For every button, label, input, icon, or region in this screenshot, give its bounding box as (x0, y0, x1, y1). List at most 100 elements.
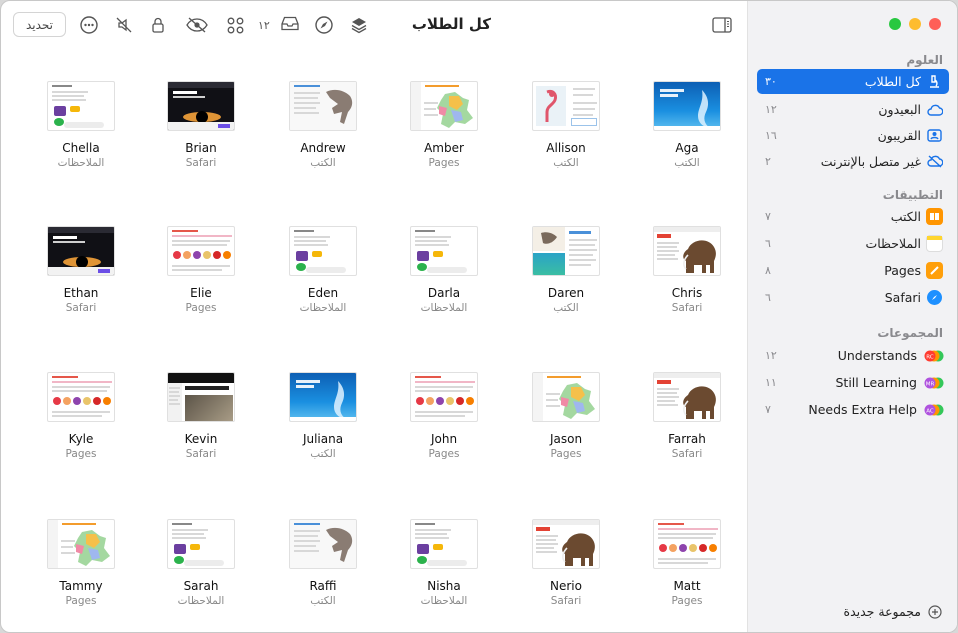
student-app: Safari (671, 448, 703, 460)
sidebar-toggle-icon[interactable] (710, 14, 734, 36)
student-card[interactable]: Ethan Safari (31, 226, 131, 321)
screen-thumbnail[interactable] (167, 226, 235, 276)
student-card[interactable]: Kyle Pages (31, 372, 131, 467)
student-card[interactable]: Tammy Pages (31, 519, 131, 614)
sidebar-item-books[interactable]: الكتب ٧ (757, 204, 949, 229)
new-group-button[interactable]: مجموعة جديدة (757, 599, 949, 624)
student-card[interactable]: Andrew الكتب (273, 81, 373, 176)
screen-thumbnail[interactable] (289, 519, 357, 569)
sidebar-item-label: Still Learning (835, 375, 918, 390)
student-name: Raffi (309, 579, 337, 593)
sidebar-item-all-students[interactable]: كل الطلاب ٣٠ (757, 69, 949, 94)
screen-thumbnail[interactable] (410, 81, 478, 131)
screen-thumbnail[interactable] (532, 226, 600, 276)
student-name: Ethan (63, 286, 99, 300)
student-card[interactable]: Raffi الكتب (273, 519, 373, 614)
screen-thumbnail[interactable] (167, 372, 235, 422)
student-card[interactable]: Eden الملاحظات (273, 226, 373, 321)
sidebar-item-count: ٧ (765, 403, 771, 416)
student-card[interactable]: Matt Pages (637, 519, 737, 614)
student-card[interactable]: Allison الكتب (516, 81, 616, 176)
refresh-button[interactable]: تحديد (13, 12, 66, 37)
sidebar-item-group-understands[interactable]: RC Understands ١٢ (757, 343, 949, 368)
student-card[interactable]: Amber Pages (394, 81, 494, 176)
screen-thumbnail[interactable] (47, 226, 115, 276)
sidebar-item-nearby[interactable]: القريبون ١٦ (757, 123, 949, 148)
student-name: Nisha (427, 579, 461, 593)
close-button[interactable] (929, 18, 941, 30)
lock-icon[interactable] (147, 14, 169, 36)
student-card[interactable]: Aga الكتب (637, 81, 737, 176)
screen-thumbnail[interactable] (167, 81, 235, 131)
student-card[interactable]: Sarah الملاحظات (151, 519, 251, 614)
sidebar-item-group-needs-extra-help[interactable]: AC Needs Extra Help ٧ (757, 397, 949, 422)
student-name: Sarah (183, 579, 219, 593)
screen-thumbnail[interactable] (167, 519, 235, 569)
screen-thumbnail[interactable] (653, 81, 721, 131)
zoom-button[interactable] (889, 18, 901, 30)
screen-thumbnail[interactable] (289, 226, 357, 276)
student-card[interactable]: Elie Pages (151, 226, 251, 321)
sidebar-item-label: كل الطلاب (864, 74, 921, 89)
student-name: John (430, 432, 458, 446)
student-app: Safari (185, 448, 217, 460)
sidebar-item-offline[interactable]: غير متصل بالإنترنت ٢ (757, 149, 949, 174)
screen-thumbnail[interactable] (410, 519, 478, 569)
sidebar-item-safari[interactable]: Safari ٦ (757, 285, 949, 310)
sidebar-item-label: غير متصل بالإنترنت (820, 154, 921, 169)
safari-icon (927, 290, 942, 305)
minimize-button[interactable] (909, 18, 921, 30)
eye-slash-icon[interactable] (184, 14, 210, 36)
compass-icon[interactable] (313, 14, 335, 36)
student-card[interactable]: Daren الكتب (516, 226, 616, 321)
screen-thumbnail[interactable] (410, 372, 478, 422)
student-card[interactable]: John Pages (394, 372, 494, 467)
student-app: Safari (65, 302, 97, 314)
screen-thumbnail[interactable] (47, 81, 115, 131)
apps-grid-icon[interactable] (224, 14, 246, 36)
sidebar-item-count: ٧ (765, 210, 771, 223)
sidebar-item-notes[interactable]: الملاحظات ٦ (757, 231, 949, 256)
student-name: Farrah (668, 432, 706, 446)
ellipsis-circle-icon[interactable] (78, 14, 100, 36)
screen-thumbnail[interactable] (532, 81, 600, 131)
student-name: Kyle (68, 432, 94, 446)
screen-thumbnail[interactable] (532, 372, 600, 422)
sidebar-item-label: Needs Extra Help (808, 402, 917, 417)
mute-icon[interactable] (113, 14, 135, 36)
screen-thumbnail[interactable] (289, 372, 357, 422)
student-card[interactable]: Chris Safari (637, 226, 737, 321)
student-app: Pages (550, 448, 582, 460)
screen-thumbnail[interactable] (653, 519, 721, 569)
screen-thumbnail[interactable] (289, 81, 357, 131)
screen-thumbnail[interactable] (410, 226, 478, 276)
student-card[interactable]: Darla الملاحظات (394, 226, 494, 321)
student-card[interactable]: Nisha الملاحظات (394, 519, 494, 614)
screen-thumbnail[interactable] (532, 519, 600, 569)
screen-thumbnail[interactable] (47, 372, 115, 422)
sidebar-item-remote[interactable]: البعيدون ١٢ (757, 97, 949, 122)
student-card[interactable]: Farrah Safari (637, 372, 737, 467)
sidebar-item-label: الملاحظات (865, 236, 921, 251)
inbox-button[interactable]: ١٢ (258, 14, 300, 36)
app-window: العلوم كل الطلاب ٣٠ البعيدون ١٢ القريبون… (0, 0, 958, 633)
student-app: Pages (428, 448, 460, 460)
sidebar-item-label: الكتب (890, 209, 921, 224)
student-card[interactable]: Brian Safari (151, 81, 251, 176)
sidebar-item-group-still-learning[interactable]: MR Still Learning ١١ (757, 370, 949, 395)
layers-icon[interactable] (348, 14, 370, 36)
student-card[interactable]: Kevin Safari (151, 372, 251, 467)
screen-thumbnail[interactable] (653, 226, 721, 276)
screen-thumbnail[interactable] (653, 372, 721, 422)
student-card[interactable]: Juliana الكتب (273, 372, 373, 467)
student-app: Pages (428, 157, 460, 169)
student-card[interactable]: Nerio Safari (516, 519, 616, 614)
inbox-count: ١٢ (258, 18, 270, 32)
group-avatars-icon: MR (924, 374, 944, 391)
sidebar-item-count: ١٢ (765, 103, 777, 116)
student-card[interactable]: Chella الملاحظات (31, 81, 131, 176)
sidebar-item-pages[interactable]: Pages ٨ (757, 258, 949, 283)
student-app: Pages (65, 448, 97, 460)
screen-thumbnail[interactable] (47, 519, 115, 569)
student-card[interactable]: Jason Pages (516, 372, 616, 467)
